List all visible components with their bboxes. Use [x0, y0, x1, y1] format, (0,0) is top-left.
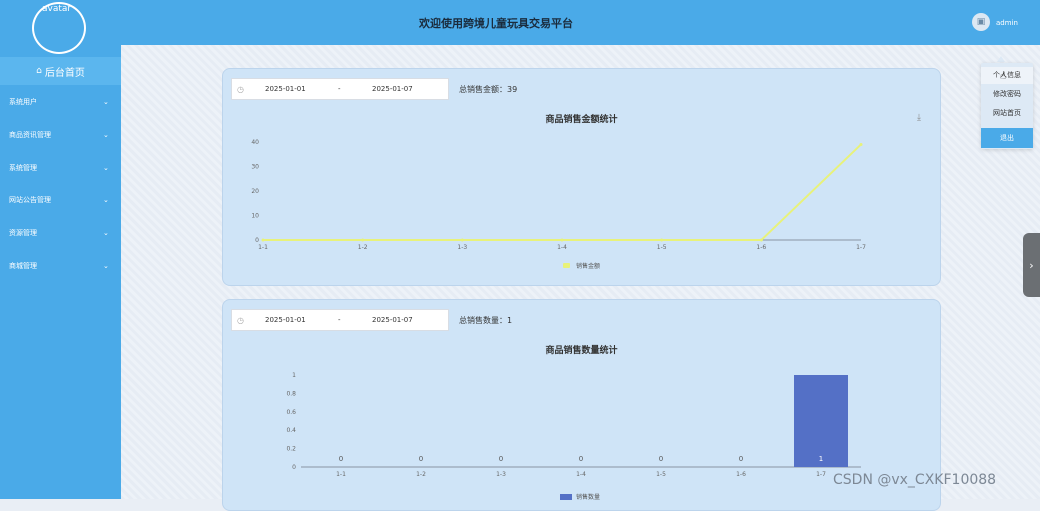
y-tick-label: 30 — [251, 164, 259, 171]
sidebar-item-label: 后台首页 — [44, 67, 85, 79]
chevron-down-icon: ⌄ — [103, 164, 109, 172]
menu-item-logout[interactable]: 退出 — [981, 128, 1033, 148]
hand-cursor-icon: ☝ — [1000, 71, 1007, 82]
home-icon: ⌂ — [36, 66, 42, 76]
sidebar-item-system-management[interactable]: 系统管理 ⌄ — [0, 158, 121, 178]
user-avatar[interactable]: ▣ — [972, 13, 990, 31]
y-tick-label: 0.2 — [286, 446, 296, 453]
x-tick-label: 1-4 — [576, 471, 586, 478]
sidebar-item-label: 商城管理 — [9, 262, 37, 270]
user-dropdown-menu: 个人信息 修改密码 网站首页 退出 — [981, 63, 1033, 149]
data-point — [859, 142, 863, 146]
legend-label: 销售金额 — [576, 262, 600, 270]
menu-item-profile[interactable]: 个人信息 — [981, 67, 1033, 84]
x-tick-label: 1-6 — [756, 244, 766, 251]
data-point — [361, 238, 365, 242]
x-tick-label: 1-5 — [656, 471, 666, 478]
sales-amount-panel: ◷ 2025-01-01 - 2025-01-07 总销售金额：39 商品销售金… — [222, 68, 941, 286]
y-tick-label: 1 — [292, 372, 296, 379]
chevron-down-icon: ⌄ — [103, 262, 109, 270]
side-panel-toggle[interactable]: › — [1023, 233, 1040, 297]
x-tick-label: 1-3 — [457, 244, 467, 251]
x-tick-label: 1-7 — [856, 244, 866, 251]
chevron-right-icon: › — [1029, 258, 1034, 272]
bar-data-label: 0 — [579, 455, 583, 463]
data-point — [460, 238, 464, 242]
series-line — [263, 143, 862, 241]
y-tick-label: 40 — [251, 139, 259, 146]
menu-item-change-password[interactable]: 修改密码 — [981, 86, 1033, 103]
sidebar-item-label: 系统用户 — [9, 98, 37, 106]
y-tick-label: 0.6 — [286, 409, 296, 416]
line-chart: 0 10 20 30 40 1-1 1-2 1-3 1-4 1-5 1-6 1-7 销售金额 — [251, 139, 866, 270]
x-tick-label: 1-3 — [496, 471, 506, 478]
x-tick-label: 1-6 — [736, 471, 746, 478]
data-point — [261, 238, 265, 242]
x-tick-label: 1-5 — [657, 244, 667, 251]
y-tick-label: 0.4 — [286, 427, 296, 434]
watermark: CSDN @vx_CXKF10088 — [833, 472, 997, 488]
x-tick-label: 1-4 — [557, 244, 567, 251]
sidebar-item-label: 系统管理 — [9, 164, 37, 172]
y-tick-label: 0.8 — [286, 390, 296, 397]
chevron-down-icon: ⌄ — [103, 98, 109, 106]
sidebar: avatar ⌂ 后台首页 系统用户 ⌄ 商品资讯管理 ⌄ 系统管理 ⌄ 网站公… — [0, 0, 121, 499]
sidebar-item-label: 网站公告管理 — [9, 196, 51, 204]
sidebar-item-announcements[interactable]: 网站公告管理 ⌄ — [0, 190, 121, 210]
bar-data-label: 1 — [819, 455, 823, 463]
bar-data-label: 0 — [739, 455, 743, 463]
bar — [794, 375, 848, 467]
data-point — [759, 238, 763, 242]
page-title: 欢迎使用跨境儿童玩具交易平台 — [419, 17, 573, 30]
top-header: 欢迎使用跨境儿童玩具交易平台 — [121, 0, 1040, 45]
data-point — [660, 238, 664, 242]
bar-data-label: 0 — [339, 455, 343, 463]
data-point — [560, 238, 564, 242]
sidebar-item-home[interactable]: ⌂ 后台首页 — [0, 57, 121, 85]
x-tick-label: 1-2 — [358, 244, 368, 251]
bar-data-label: 0 — [419, 455, 423, 463]
y-tick-label: 10 — [251, 213, 259, 220]
y-tick-label: 0 — [292, 464, 296, 471]
sidebar-item-product-news[interactable]: 商品资讯管理 ⌄ — [0, 125, 121, 145]
sidebar-item-system-users[interactable]: 系统用户 ⌄ — [0, 92, 121, 112]
chevron-down-icon: ⌄ — [103, 196, 109, 204]
sidebar-item-label: 商品资讯管理 — [9, 131, 51, 139]
chevron-down-icon: ⌄ — [103, 229, 109, 237]
x-tick-label: 1-7 — [816, 471, 826, 478]
x-tick-label: 1-1 — [336, 471, 346, 478]
x-tick-label: 1-2 — [416, 471, 426, 478]
dropdown-caret — [997, 56, 1005, 62]
legend-label: 销售数量 — [576, 493, 600, 501]
x-tick-label: 1-1 — [258, 244, 268, 251]
bar-data-label: 0 — [659, 455, 663, 463]
sidebar-item-shop[interactable]: 商城管理 ⌄ — [0, 256, 121, 276]
image-icon: ▣ — [976, 17, 986, 27]
avatar-label: avatar — [42, 4, 72, 14]
sidebar-item-resources[interactable]: 资源管理 ⌄ — [0, 223, 121, 243]
menu-item-site-home[interactable]: 网站首页 — [981, 105, 1033, 122]
user-name[interactable]: admin — [996, 19, 1018, 27]
legend-swatch — [560, 494, 572, 500]
bar-data-label: 0 — [499, 455, 503, 463]
y-tick-label: 20 — [251, 188, 259, 195]
chevron-down-icon: ⌄ — [103, 131, 109, 139]
sidebar-item-label: 资源管理 — [9, 229, 37, 237]
y-tick-label: 0 — [255, 237, 259, 244]
legend-swatch — [563, 263, 570, 268]
